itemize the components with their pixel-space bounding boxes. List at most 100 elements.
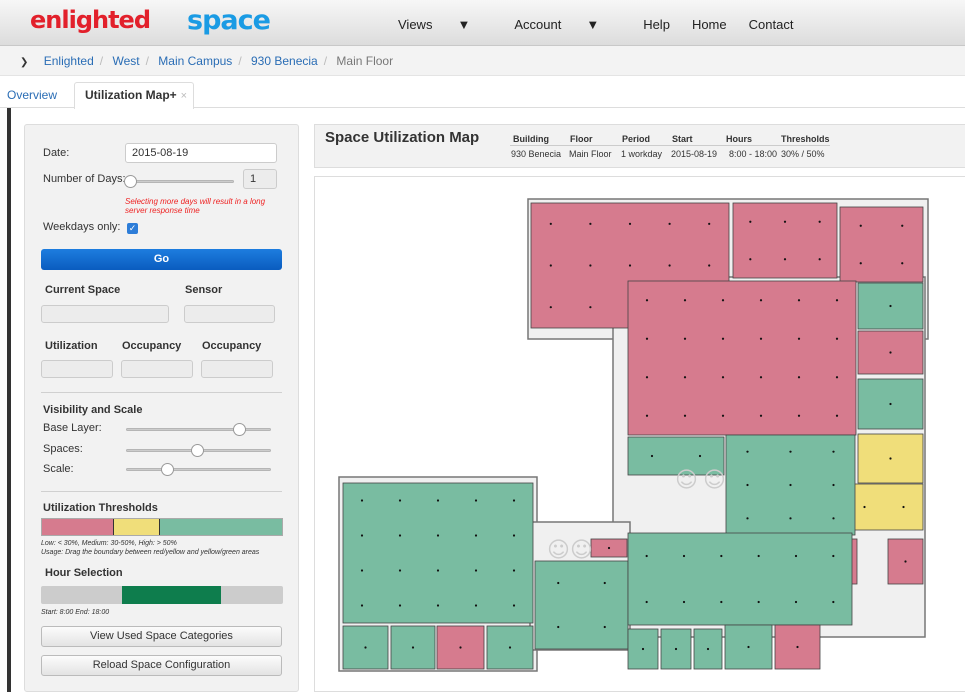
sensor-dot[interactable]	[589, 222, 592, 225]
spaces-slider[interactable]	[126, 444, 271, 457]
enlighted-logo[interactable]: enlighted	[30, 6, 151, 34]
sensor-dot[interactable]	[797, 376, 801, 379]
view-used-space-categories-button[interactable]: View Used Space Categories	[41, 626, 282, 647]
sensor-dot[interactable]	[628, 264, 632, 267]
sensor-dot[interactable]	[398, 534, 402, 537]
sensor-dot[interactable]	[645, 337, 649, 340]
sensor-dot[interactable]	[674, 647, 678, 651]
sensor-dot[interactable]	[789, 517, 792, 520]
sensor-dot[interactable]	[436, 499, 440, 502]
nav-contact[interactable]: Contact	[749, 17, 794, 32]
nav-account[interactable]: Account ▼	[514, 17, 621, 32]
nav-views[interactable]: Views ▼	[398, 17, 492, 32]
go-button[interactable]: Go	[41, 249, 282, 270]
room-low[interactable]	[342, 482, 534, 624]
sensor-dot[interactable]	[859, 224, 862, 227]
sensor-dot[interactable]	[746, 517, 749, 520]
sensor-dot[interactable]	[549, 264, 552, 267]
sensor-dot[interactable]	[512, 569, 516, 572]
sensor-dot[interactable]	[859, 262, 862, 265]
days-slider[interactable]	[124, 175, 234, 188]
sensor-dot[interactable]	[889, 351, 892, 354]
threshold-high-segment[interactable]	[42, 519, 113, 535]
sensor-dot[interactable]	[789, 483, 792, 487]
sensor-dot[interactable]	[720, 554, 723, 558]
sensor-dot[interactable]	[607, 546, 611, 550]
sensor-dot[interactable]	[818, 220, 821, 223]
sensor-dot[interactable]	[474, 499, 478, 502]
sensor-dot[interactable]	[783, 220, 787, 223]
sensor-dot[interactable]	[796, 645, 799, 649]
sensor-dot[interactable]	[901, 262, 904, 265]
sensor-dot[interactable]	[512, 499, 516, 502]
room-low[interactable]	[534, 560, 629, 650]
sensor-dot[interactable]	[683, 299, 687, 302]
sensor-dot[interactable]	[721, 299, 725, 302]
breadcrumb-main-campus[interactable]: Main Campus	[158, 54, 232, 68]
tab-utilization-map[interactable]: Utilization Map+ ×	[74, 82, 194, 109]
sensor-dot[interactable]	[797, 337, 801, 340]
sensor-dot[interactable]	[757, 554, 760, 558]
sensor-dot[interactable]	[364, 646, 367, 649]
sensor-dot[interactable]	[835, 376, 839, 379]
sensor-dot[interactable]	[904, 560, 907, 563]
sensor-dot[interactable]	[902, 505, 905, 509]
room-medium[interactable]	[844, 483, 924, 531]
sensor-dot[interactable]	[794, 600, 798, 604]
days-slider-handle[interactable]	[124, 175, 137, 188]
base-layer-slider[interactable]	[126, 423, 271, 436]
nav-home[interactable]: Home	[692, 17, 727, 32]
sensor-dot[interactable]	[863, 505, 866, 509]
sensor-dot[interactable]	[641, 647, 645, 651]
sensor-dot[interactable]	[398, 569, 402, 572]
tab-overview[interactable]: Overview	[7, 88, 57, 102]
date-input[interactable]: 2015-08-19	[125, 143, 277, 163]
utilization-map[interactable]: ☺ ☺ ☺ ☺	[314, 176, 965, 692]
breadcrumb-enlighted[interactable]: Enlighted	[44, 54, 94, 68]
sensor-dot[interactable]	[832, 517, 835, 520]
sensor-dot[interactable]	[818, 258, 821, 261]
scale-slider[interactable]	[126, 463, 271, 476]
sensor-dot[interactable]	[759, 299, 763, 302]
sensor-dot[interactable]	[835, 414, 839, 417]
sensor-dot[interactable]	[835, 337, 839, 340]
room-high[interactable]	[839, 206, 924, 283]
sensor-dot[interactable]	[708, 222, 711, 225]
sensor-dot[interactable]	[360, 534, 364, 537]
sensor-dot[interactable]	[794, 554, 798, 558]
sensor-dot[interactable]	[698, 454, 702, 458]
sensor-dot[interactable]	[474, 604, 478, 607]
sensor-dot[interactable]	[549, 222, 552, 225]
sensor-dot[interactable]	[650, 454, 654, 458]
sensor-dot[interactable]	[901, 224, 904, 227]
sensor-dot[interactable]	[683, 414, 687, 417]
room-low[interactable]	[627, 532, 853, 626]
sensor-dot[interactable]	[549, 306, 552, 309]
sensor-dot[interactable]	[411, 646, 415, 649]
sensor-dot[interactable]	[682, 600, 686, 604]
sensor-dot[interactable]	[721, 376, 725, 379]
sensor-dot[interactable]	[721, 337, 725, 340]
sensor-dot[interactable]	[557, 625, 560, 629]
sensor-dot[interactable]	[474, 534, 478, 537]
sensor-dot[interactable]	[398, 604, 402, 607]
breadcrumb-building[interactable]: 930 Benecia	[251, 54, 318, 68]
sensor-dot[interactable]	[436, 604, 440, 607]
spaces-slider-handle[interactable]	[191, 444, 205, 457]
threshold-low-segment[interactable]	[159, 519, 282, 535]
sensor-dot[interactable]	[759, 376, 763, 379]
sensor-dot[interactable]	[797, 414, 801, 417]
reload-space-configuration-button[interactable]: Reload Space Configuration	[41, 655, 282, 676]
sensor-dot[interactable]	[757, 600, 760, 604]
sensor-dot[interactable]	[747, 645, 750, 649]
sensor-dot[interactable]	[589, 264, 592, 267]
sensor-dot[interactable]	[512, 604, 516, 607]
sensor-dot[interactable]	[832, 450, 835, 453]
sensor-dot[interactable]	[832, 483, 835, 487]
sensor-dot[interactable]	[720, 600, 723, 604]
sensor-dot[interactable]	[508, 646, 512, 649]
sensor-dot[interactable]	[759, 337, 763, 340]
sensor-dot[interactable]	[645, 414, 649, 417]
sensor-dot[interactable]	[706, 647, 710, 651]
scale-slider-handle[interactable]	[160, 463, 174, 476]
